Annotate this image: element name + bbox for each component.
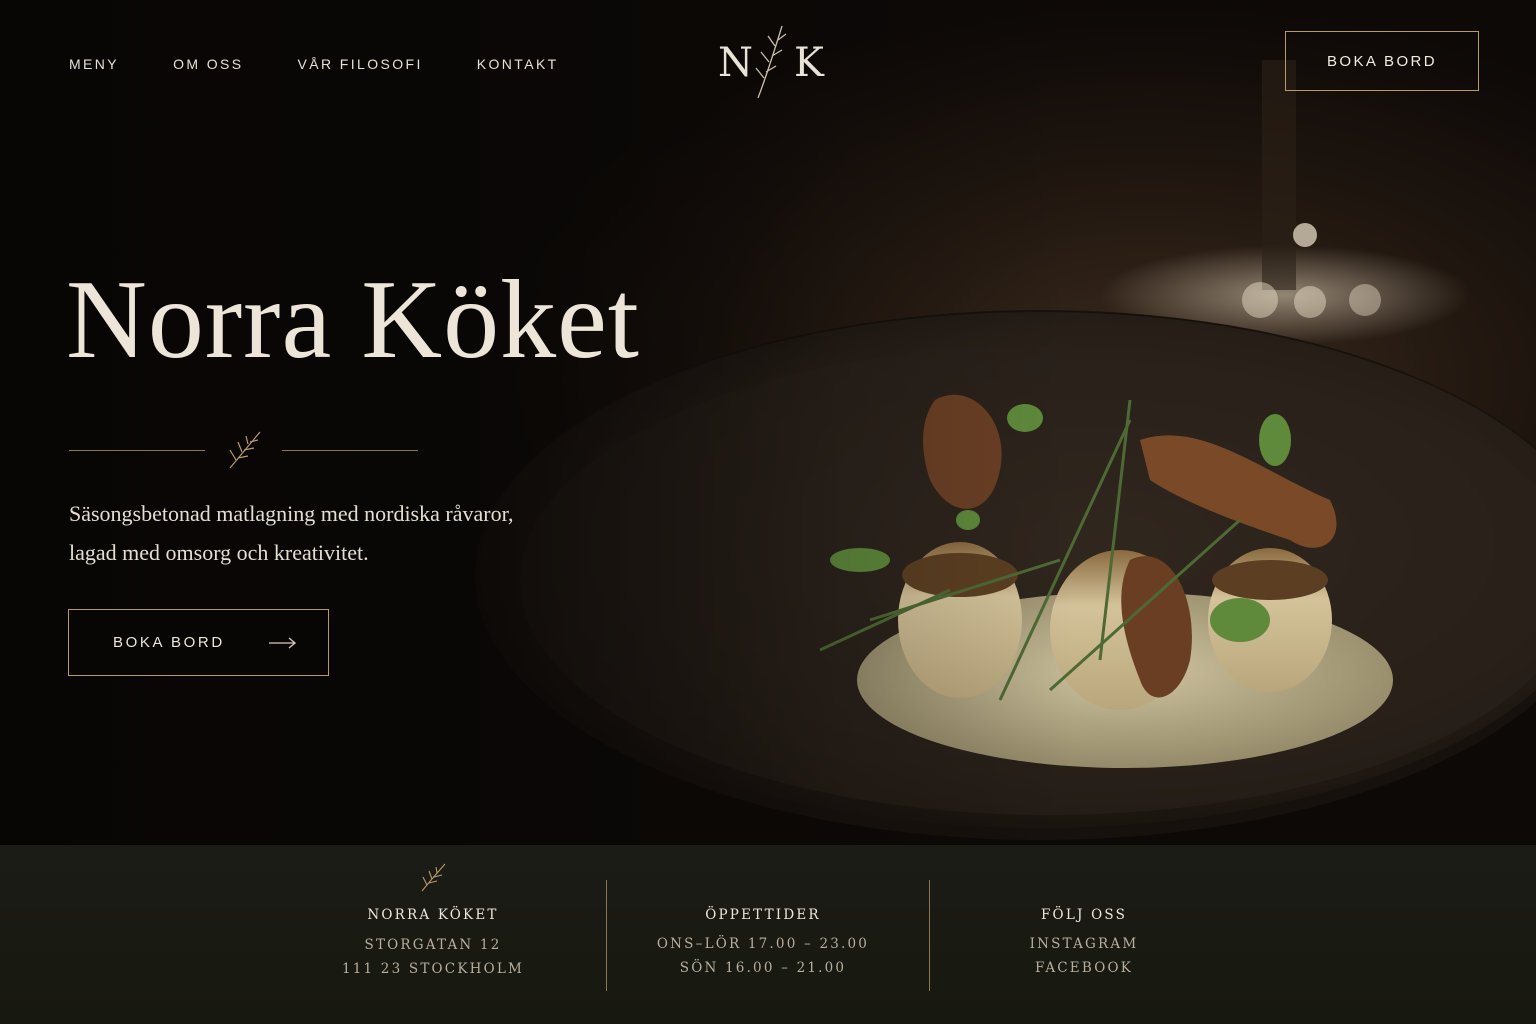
logo-letter-k: K bbox=[794, 40, 824, 86]
hero-book-table-button[interactable]: BOKA BORD bbox=[68, 609, 329, 676]
facebook-link[interactable]: FACEBOOK bbox=[994, 960, 1174, 976]
hero-overlay bbox=[0, 0, 1536, 845]
info-separator bbox=[606, 880, 607, 991]
logo-letter-n: N bbox=[718, 40, 753, 86]
hero-cta-label: BOKA BORD bbox=[113, 634, 225, 651]
info-restaurant: NORRA KÖKET STORGATAN 12 111 23 STOCKHOL… bbox=[320, 845, 546, 1024]
hero-section: MENY OM OSS VÅR FILOSOFI KONTAKT N K BOK… bbox=[0, 0, 1536, 845]
sprig-icon bbox=[755, 25, 787, 99]
sprig-icon bbox=[229, 431, 261, 469]
logo[interactable]: N K bbox=[716, 22, 826, 102]
info-social: FÖLJ OSS INSTAGRAM FACEBOOK bbox=[994, 845, 1174, 1024]
sprig-icon bbox=[421, 863, 446, 892]
nav-kontakt[interactable]: KONTAKT bbox=[477, 56, 559, 72]
nav-var-filosofi[interactable]: VÅR FILOSOFI bbox=[297, 56, 422, 72]
hero-title: Norra Köket bbox=[66, 258, 640, 382]
header-book-table-button[interactable]: BOKA BORD bbox=[1285, 31, 1479, 91]
hours-weekdays: ONS–LÖR 17.00 – 23.00 bbox=[656, 936, 870, 952]
divider-line-right bbox=[282, 450, 418, 451]
hours-title: ÖPPETTIDER bbox=[705, 907, 821, 923]
address-city: 111 23 STOCKHOLM bbox=[341, 961, 525, 977]
social-title: FÖLJ OSS bbox=[1040, 907, 1128, 923]
hours-sunday: SÖN 16.00 – 21.00 bbox=[679, 960, 847, 976]
info-bar: NORRA KÖKET STORGATAN 12 111 23 STOCKHOL… bbox=[0, 845, 1536, 1024]
instagram-link[interactable]: INSTAGRAM bbox=[994, 936, 1174, 952]
address-street: STORGATAN 12 bbox=[364, 937, 502, 953]
info-separator bbox=[929, 880, 930, 991]
arrow-right-icon bbox=[268, 637, 296, 648]
nav-meny[interactable]: MENY bbox=[69, 56, 119, 72]
divider-line-left bbox=[69, 450, 205, 451]
hero-description: Säsongsbetonad matlagning med nordiska r… bbox=[69, 501, 514, 565]
restaurant-name: NORRA KÖKET bbox=[367, 907, 499, 923]
info-hours: ÖPPETTIDER ONS–LÖR 17.00 – 23.00 SÖN 16.… bbox=[640, 845, 886, 1024]
main-nav: MENY OM OSS VÅR FILOSOFI KONTAKT bbox=[69, 56, 613, 72]
nav-om-oss[interactable]: OM OSS bbox=[173, 56, 243, 72]
